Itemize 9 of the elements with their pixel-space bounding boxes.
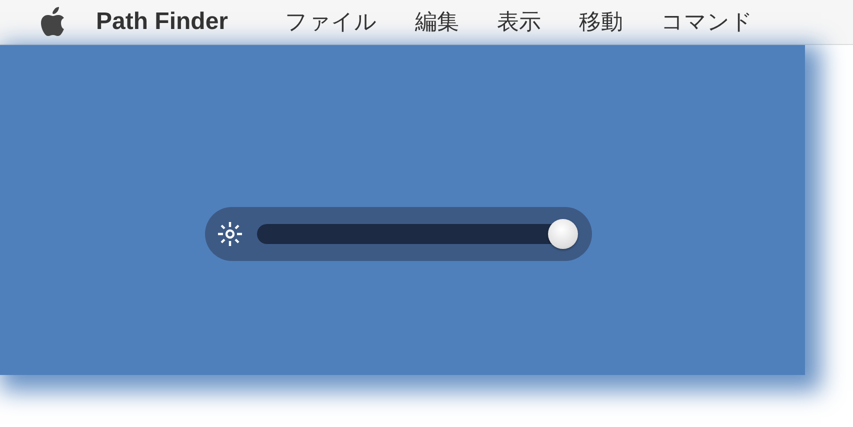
brightness-icon: [217, 221, 243, 247]
menu-item[interactable]: 編集: [396, 6, 478, 38]
menu-item[interactable]: 移動: [560, 6, 642, 38]
app-menu[interactable]: Path Finder: [66, 4, 266, 40]
apple-logo-icon[interactable]: [40, 7, 66, 37]
menu-item[interactable]: ファイル: [266, 6, 396, 38]
menu-item[interactable]: コマンド: [642, 6, 772, 38]
menu-item[interactable]: 表示: [478, 6, 560, 38]
slider-thumb[interactable]: [548, 219, 578, 249]
